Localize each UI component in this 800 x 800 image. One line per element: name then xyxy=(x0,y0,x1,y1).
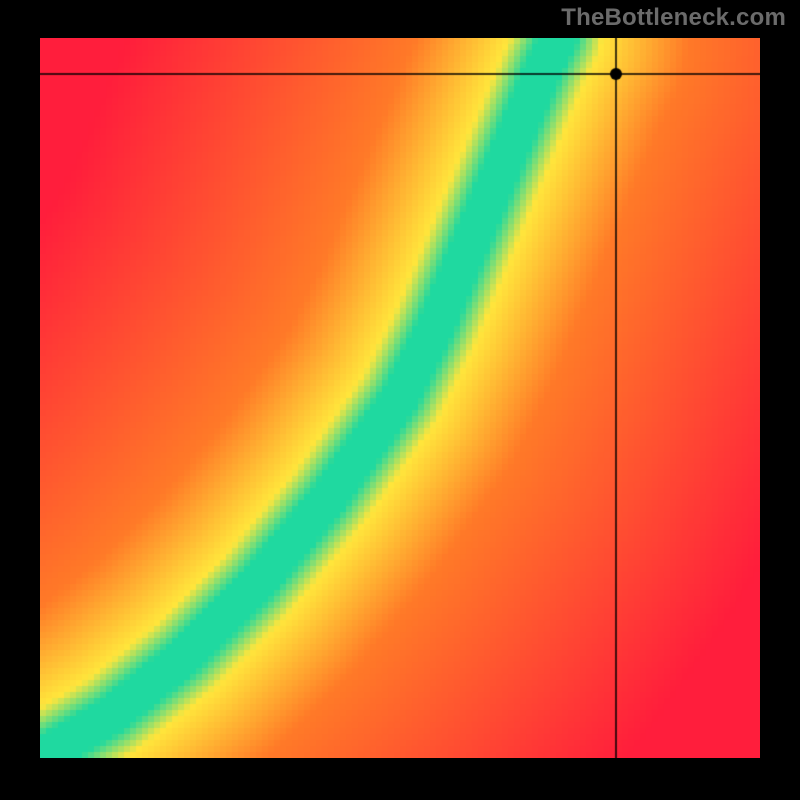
bottleneck-heatmap xyxy=(40,38,760,758)
watermark-text: TheBottleneck.com xyxy=(561,4,786,32)
chart-container: TheBottleneck.com xyxy=(0,0,800,800)
